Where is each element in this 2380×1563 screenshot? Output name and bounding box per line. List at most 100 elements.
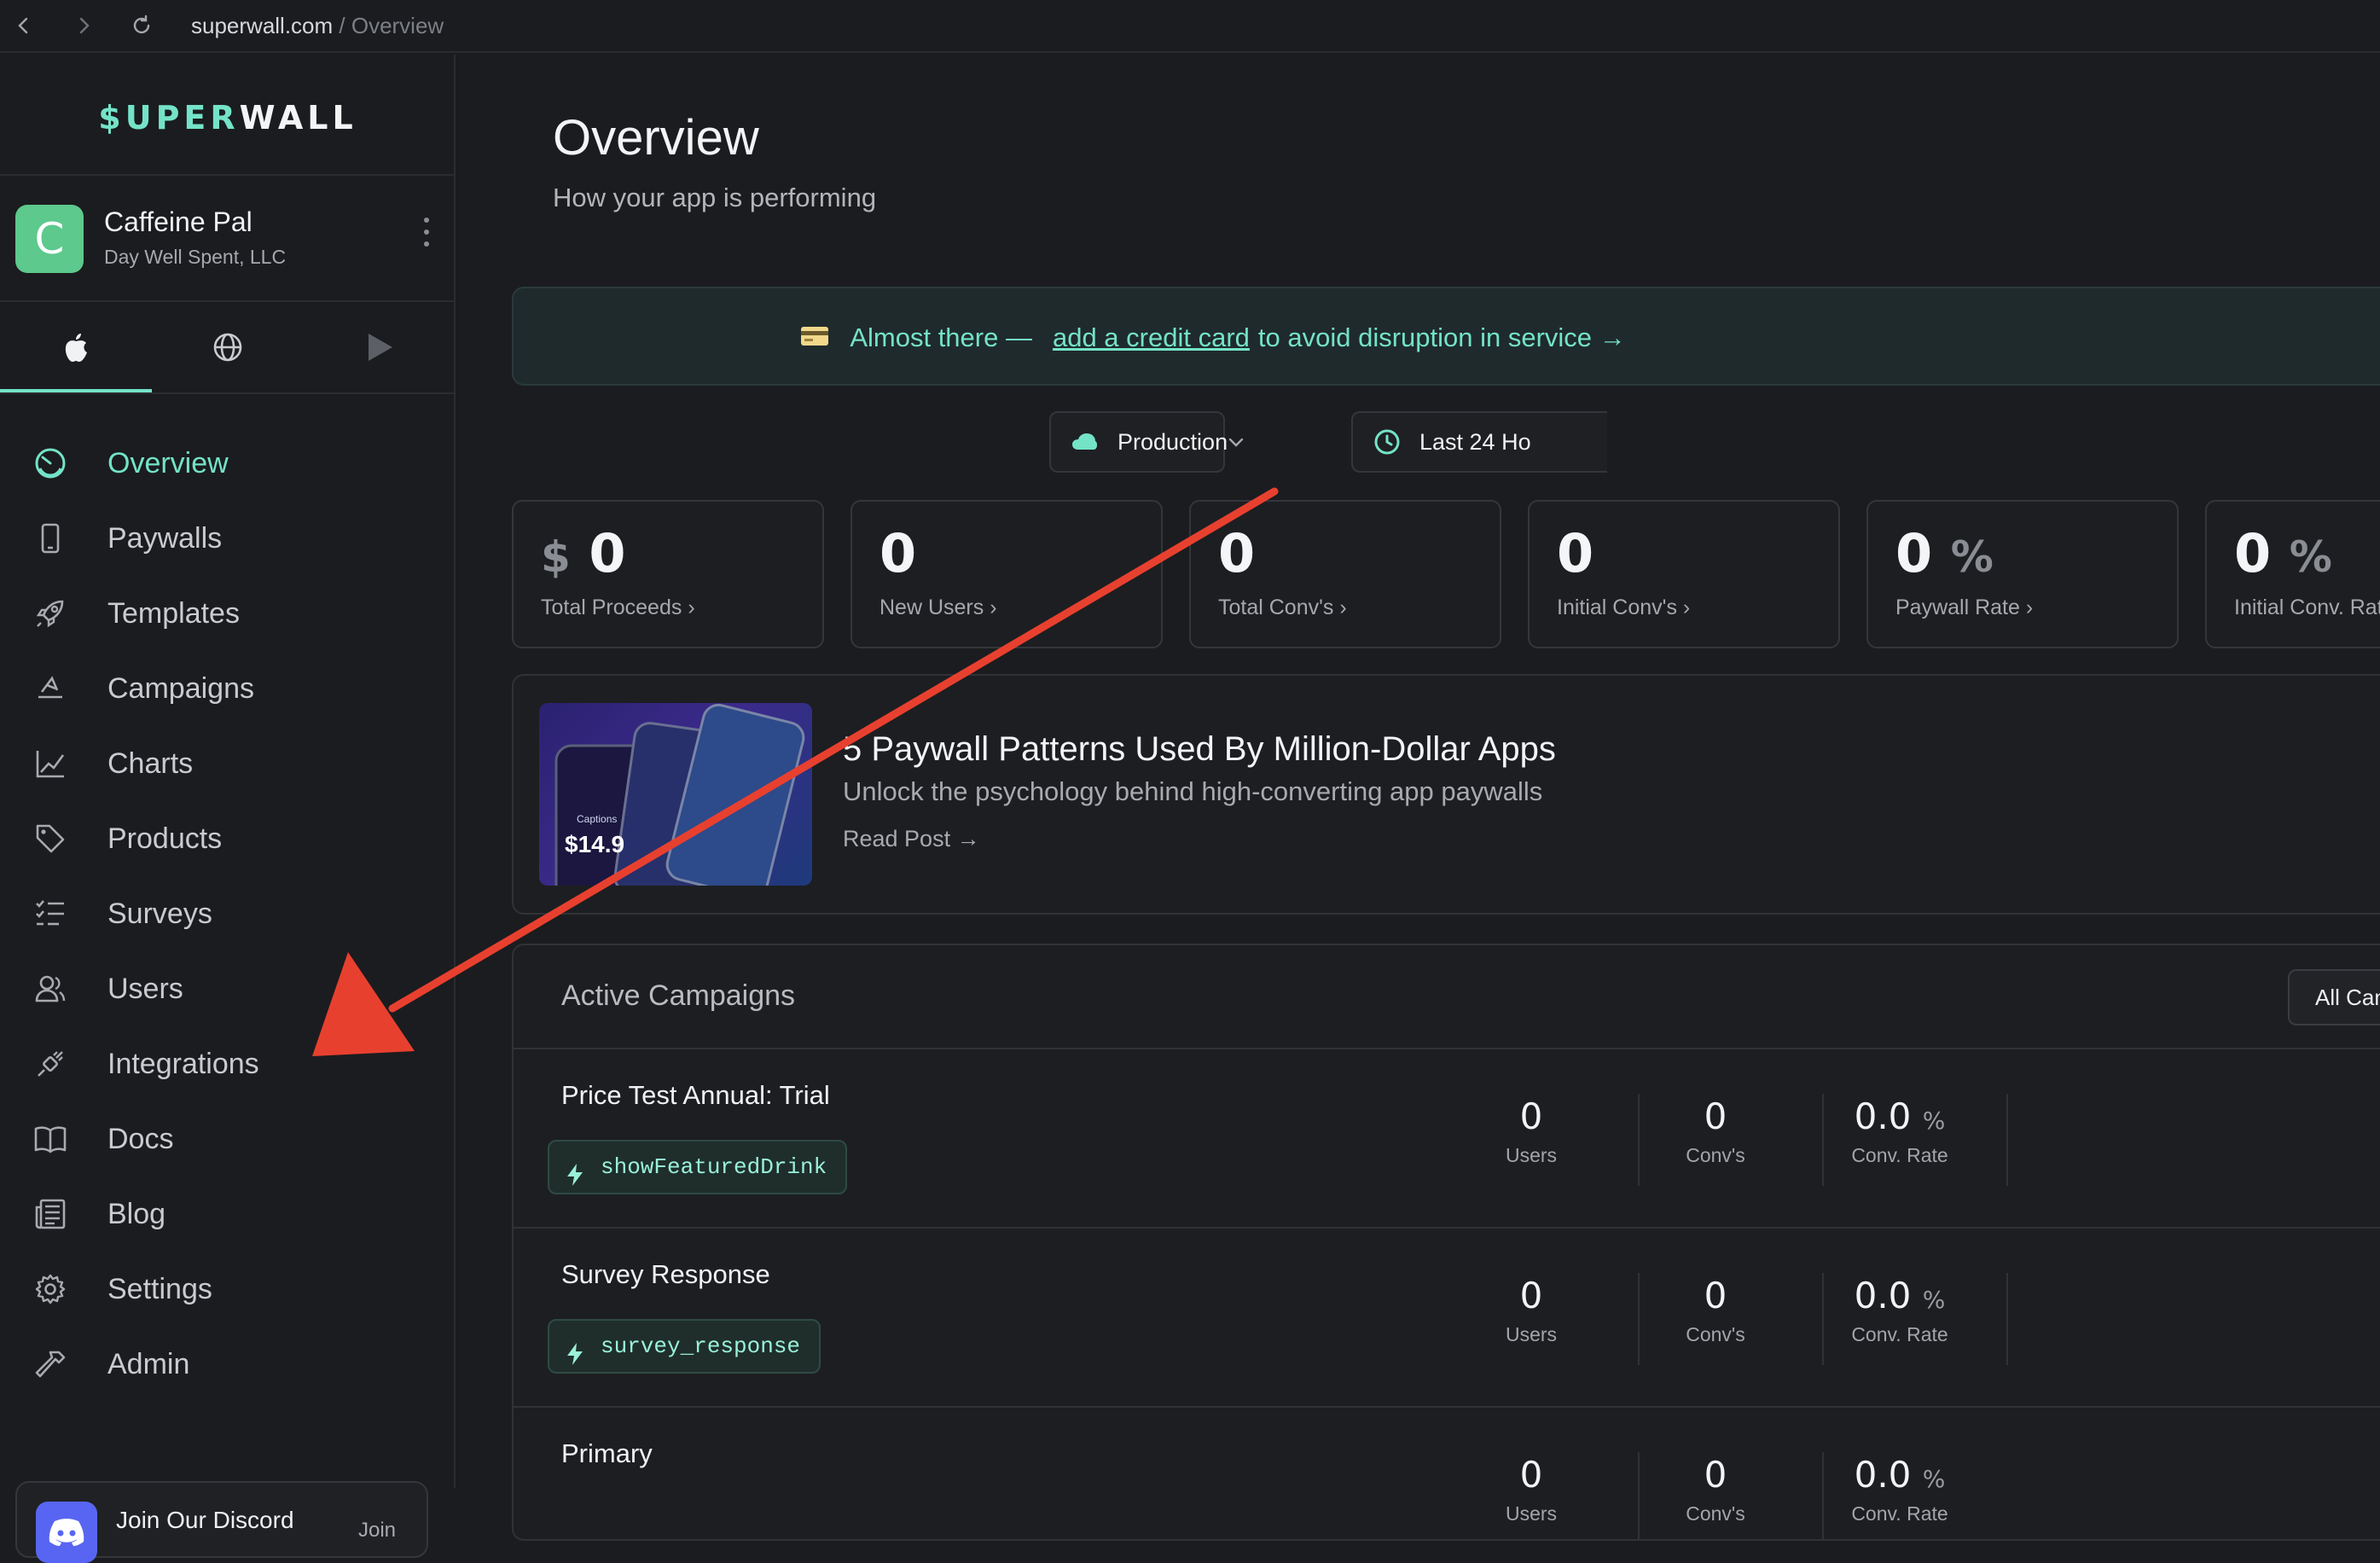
chevron-right-icon [79,17,90,34]
campaign-filter-select[interactable]: All Campa [2288,969,2380,1026]
sidebar-item-templates[interactable]: Templates [0,580,456,647]
banner-suffix[interactable]: to avoid disruption in service → [1258,322,1626,353]
campaign-row[interactable]: Survey Response survey_response 0 Users 0… [514,1229,2380,1408]
time-range-select[interactable]: Last 24 Ho [1351,411,1607,473]
add-credit-card-link[interactable]: add a credit card [1053,322,1250,353]
stat-label: New Users › [879,596,997,619]
sidebar-item-surveys[interactable]: Surveys [0,880,456,947]
campaign-row[interactable]: Primary 0 Users 0 Conv's 0.0 % Conv. Rate [514,1408,2380,1539]
event-tag[interactable]: showFeaturedDrink [548,1140,848,1194]
campaign-name[interactable]: Survey Response [561,1259,770,1290]
campaigns-title: Active Campaigns [561,979,796,1012]
sidebar-item-users[interactable]: Users [0,956,456,1022]
url-crumb: / Overview [333,13,444,38]
sidebar-item-label: Paywalls [107,521,223,555]
tab-web[interactable] [152,302,304,392]
app-name[interactable]: Caffeine Pal [104,206,253,238]
sidebar-item-label: Campaigns [107,671,254,705]
sidebar-item-label: Products [107,822,223,855]
stat-total-proceeds[interactable]: $ 0 Total Proceeds › [512,500,824,648]
sidebar-item-settings[interactable]: Settings [0,1256,456,1322]
forward-button[interactable] [65,7,102,44]
sidebar-item-label: Blog [107,1197,166,1230]
event-tag[interactable]: survey_response [548,1319,821,1374]
stat-label: Initial Conv. Rat [2234,596,2380,619]
reload-button[interactable] [123,7,160,44]
sidebar-item-overview[interactable]: Overview [0,430,456,497]
megaphone-icon [32,671,68,706]
metric-conversion-rate: 0.0 % Conv. Rate [1851,1275,1948,1345]
users-icon [32,971,68,1007]
blog-subtitle: Unlock the psychology behind high-conver… [843,776,1543,806]
stat-value: 0 % [2234,522,2332,584]
sidebar-item-label: Settings [107,1272,212,1305]
hammer-icon [32,1346,68,1382]
sidebar-item-integrations[interactable]: Integrations [0,1031,456,1097]
cloud-icon [1071,433,1099,451]
environment-select[interactable]: Production [1049,411,1244,473]
page-title: Overview [553,110,759,166]
thumb-caption: Captions [577,813,617,825]
divider [2006,1273,2008,1365]
apple-icon [65,334,87,362]
page-subtitle: How your app is performing [553,183,877,212]
stat-initial-conversion-rate[interactable]: 0 % Initial Conv. Rat [2205,500,2380,648]
tab-android[interactable] [304,302,456,392]
stat-total-conversions[interactable]: 0 Total Conv's › [1189,500,1501,648]
blog-title[interactable]: 5 Paywall Patterns Used By Million-Dolla… [843,730,1556,769]
chevron-left-icon [18,17,28,34]
url-domain: superwall.com [191,13,334,38]
campaigns-header: Active Campaigns All Campa [514,945,2380,1049]
sidebar-item-paywalls[interactable]: Paywalls [0,505,456,572]
stat-initial-conversions[interactable]: 0 Initial Conv's › [1528,500,1840,648]
stat-value: 0 [879,522,917,584]
stat-label: Total Proceeds › [541,596,695,619]
app-menu-button[interactable] [416,215,437,263]
stat-label: Total Conv's › [1218,596,1347,619]
chevron-down-icon [1228,436,1245,448]
divider [0,392,456,394]
clock-icon [1373,428,1401,456]
browser-toolbar: superwall.com / Overview [0,0,2380,53]
sidebar-item-charts[interactable]: Charts [0,730,456,797]
stat-value: 0 [1218,522,1256,584]
checklist-icon [32,896,68,932]
sidebar-item-label: Charts [107,747,194,780]
play-store-icon [369,334,392,361]
address-bar[interactable]: superwall.com / Overview [191,9,444,43]
stat-paywall-rate[interactable]: 0 % Paywall Rate › [1866,500,2179,648]
read-post-link[interactable]: Read Post → [843,826,980,852]
campaign-name[interactable]: Primary [561,1438,653,1469]
discord-join-button[interactable]: Join [358,1519,396,1543]
more-vertical-icon [424,218,429,247]
sidebar-item-products[interactable]: Products [0,805,456,872]
blog-thumbnail: Captions $14.9 [539,703,812,886]
chart-line-icon [32,746,68,782]
blog-promo-card[interactable]: Captions $14.9 5 Paywall Patterns Used B… [512,674,2380,915]
discord-card[interactable]: Join Our Discord Join [15,1481,428,1563]
app-organization: Day Well Spent, LLC [104,246,287,268]
metric-conversions: 0 Conv's [1686,1454,1745,1525]
superwall-logo[interactable]: $UPERWALL [0,99,456,137]
divider [0,174,456,176]
book-icon [32,1121,68,1157]
campaign-name[interactable]: Price Test Annual: Trial [561,1080,830,1111]
sidebar-item-admin[interactable]: Admin [0,1331,456,1397]
logo-rest-text: WALL [239,99,357,137]
campaign-row[interactable]: Price Test Annual: Trial showFeaturedDri… [514,1049,2380,1229]
discord-title: Join Our Discord [116,1507,294,1533]
tab-ios[interactable] [0,302,152,392]
stat-value: 0 % [1895,522,1994,584]
sidebar-item-campaigns[interactable]: Campaigns [0,655,456,722]
rocket-icon [32,596,68,631]
app-avatar[interactable]: C [15,205,84,273]
stat-new-users[interactable]: 0 New Users › [850,500,1163,648]
sidebar-item-docs[interactable]: Docs [0,1106,456,1172]
gear-icon [32,1271,68,1307]
stat-label: Paywall Rate › [1895,596,2034,619]
back-button[interactable] [5,7,43,44]
sidebar-item-blog[interactable]: Blog [0,1181,456,1247]
sidebar-item-label: Docs [107,1122,174,1155]
gauge-icon [32,445,68,481]
bolt-icon [565,1334,585,1386]
